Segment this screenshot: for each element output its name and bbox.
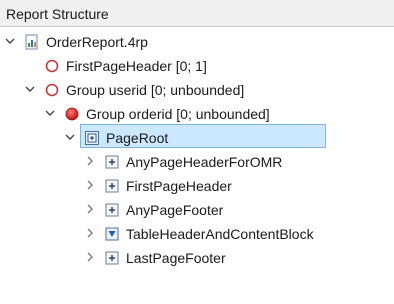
plus-box-icon <box>104 250 120 266</box>
panel-header: Report Structure <box>0 0 394 27</box>
tree-node-label: AnyPageHeaderForOMR <box>126 154 283 170</box>
tree-node-label: FirstPageHeader <box>126 178 232 194</box>
tree-node-group-userid[interactable]: Group userid [0; unbounded] <box>0 79 394 101</box>
chevron-right-icon[interactable] <box>84 179 96 191</box>
tree-node-root[interactable]: OrderReport.4rp <box>0 31 394 53</box>
chevron-right-icon[interactable] <box>84 155 96 167</box>
down-arrow-box-icon <box>104 226 120 242</box>
page-root-icon <box>84 130 100 146</box>
chevron-down-icon[interactable] <box>44 107 56 119</box>
tree-node-label: Group userid [0; unbounded] <box>66 82 245 98</box>
filled-red-circle-icon <box>64 106 80 122</box>
tree-node-label: OrderReport.4rp <box>46 34 148 50</box>
plus-box-icon <box>104 178 120 194</box>
chevron-right-icon[interactable] <box>84 203 96 215</box>
tree-node-label: TableHeaderAndContentBlock <box>126 226 314 242</box>
tree-node-group-orderid[interactable]: Group orderid [0; unbounded] <box>0 103 394 125</box>
tree-node-pageroot[interactable]: PageRoot <box>0 127 394 149</box>
plus-box-icon <box>104 202 120 218</box>
chevron-down-icon[interactable] <box>4 35 16 47</box>
empty-circle-icon <box>44 82 60 98</box>
tree-node-firstpageheader-range[interactable]: FirstPageHeader [0; 1] <box>0 55 394 77</box>
tree-node-tableheaderandcontentblock[interactable]: TableHeaderAndContentBlock <box>0 223 394 245</box>
tree-node-anypageheaderforomr[interactable]: AnyPageHeaderForOMR <box>0 151 394 173</box>
chevron-right-icon[interactable] <box>84 251 96 263</box>
tree-node-label: Group orderid [0; unbounded] <box>86 106 270 122</box>
tree-node-lastpagefooter[interactable]: LastPageFooter <box>0 247 394 269</box>
chevron-right-icon[interactable] <box>84 227 96 239</box>
report-file-icon <box>24 34 40 50</box>
tree-node-label: PageRoot <box>106 130 169 146</box>
chevron-down-icon[interactable] <box>24 83 36 95</box>
report-structure-tree: OrderReport.4rp FirstPageHeader [0; 1] G… <box>0 27 394 304</box>
tree-node-label: LastPageFooter <box>126 250 226 266</box>
tree-node-label: FirstPageHeader [0; 1] <box>66 58 207 74</box>
empty-circle-icon <box>44 58 60 74</box>
panel-title: Report Structure <box>6 6 109 22</box>
tree-node-firstpageheader[interactable]: FirstPageHeader <box>0 175 394 197</box>
chevron-down-icon[interactable] <box>64 131 76 143</box>
plus-box-icon <box>104 154 120 170</box>
tree-node-label: AnyPageFooter <box>126 202 224 218</box>
tree-node-anypagefooter[interactable]: AnyPageFooter <box>0 199 394 221</box>
